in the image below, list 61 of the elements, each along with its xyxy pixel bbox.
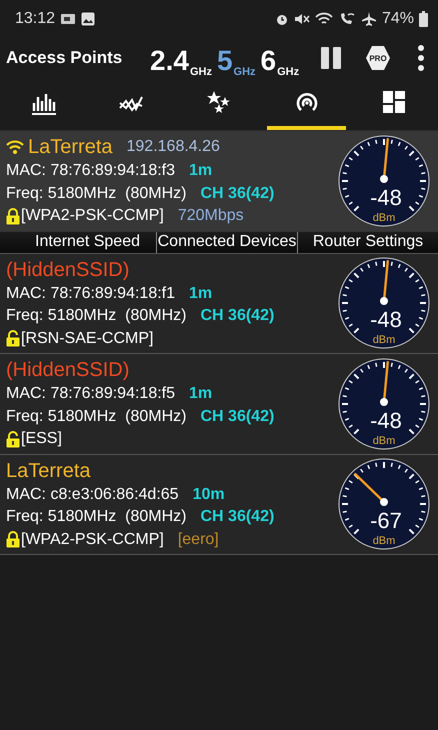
- channel: CH 36(42): [200, 306, 274, 326]
- screen-title: Access Points: [6, 48, 124, 68]
- gauge-needle: [354, 473, 388, 506]
- frequency: Freq: 5180MHz (80MHz): [6, 184, 186, 204]
- dashboard-icon: [381, 89, 408, 115]
- battery-icon: [419, 11, 428, 27]
- security-type: [ESS]: [21, 429, 62, 449]
- network-row[interactable]: (HiddenSSID) MAC: 78:76:89:94:18:f1 1m Freq: 5180MHz (80MHz) CH 36(42) [RSN-SAE-CCMP] -48 dBm: [0, 254, 438, 354]
- gauge-needle: [380, 260, 389, 306]
- signal-value: -48: [370, 307, 402, 332]
- notification-icon: [60, 12, 76, 26]
- mac-address: MAC: 78:76:89:94:18:f5: [6, 384, 175, 404]
- channel: CH 36(42): [200, 507, 274, 527]
- mac-address: MAC: 78:76:89:94:18:f3: [6, 161, 175, 181]
- mac-address: MAC: 78:76:89:94:18:f1: [6, 284, 175, 304]
- action-button[interactable]: Internet Speed: [0, 232, 156, 252]
- signal-unit: dBm: [372, 535, 396, 548]
- wifi-icon: [6, 139, 24, 155]
- signal-value: -48: [370, 184, 402, 210]
- signal-unit: dBm: [372, 434, 396, 447]
- gauge-needle: [380, 360, 389, 406]
- signal-value: -48: [370, 408, 402, 433]
- security-type: [RSN-SAE-CCMP]: [21, 328, 154, 348]
- signal-value: -67: [370, 508, 402, 534]
- stars-icon: [206, 89, 232, 115]
- signal-unit: dBm: [372, 212, 396, 224]
- network-name: LaTerreta: [28, 135, 112, 160]
- vendor-name: [eero]: [178, 530, 219, 550]
- wifi-icon: [314, 12, 333, 26]
- distance: 1m: [189, 161, 212, 181]
- mac-address: MAC: c8:e3:06:86:4d:65: [6, 484, 179, 504]
- battery-level: 74%: [382, 10, 414, 28]
- link-speed: 720Mbps: [178, 206, 244, 226]
- security-type: [WPA2-PSK-CCMP]: [21, 530, 164, 550]
- pause-button[interactable]: [320, 47, 342, 69]
- clock: 13:12: [15, 10, 56, 28]
- image-icon: [81, 12, 96, 26]
- alarm-icon: [274, 12, 289, 26]
- network-row[interactable]: LaTerreta MAC: c8:e3:06:86:4d:65 10m Freq: 5180MHz (80MHz) CH 36(42) [WPA2-PSK-CCMP] [eero] -67 dBm: [0, 454, 438, 555]
- frequency: Freq: 5180MHz (80MHz): [6, 406, 186, 426]
- frequency: Freq: 5180MHz (80MHz): [6, 306, 186, 326]
- channel: CH 36(42): [200, 406, 274, 426]
- gauge-needle: [380, 138, 389, 183]
- distance: 1m: [189, 384, 212, 404]
- pro-badge[interactable]: PRO: [366, 46, 390, 70]
- distance: 1m: [189, 284, 212, 304]
- signal-unit: dBm: [372, 334, 396, 346]
- network-name: (HiddenSSID): [6, 358, 130, 383]
- ip-address: 192.168.4.26: [126, 136, 220, 157]
- channel: CH 36(42): [200, 184, 274, 204]
- airplane-icon: [360, 12, 377, 26]
- action-button[interactable]: Router Settings: [297, 232, 438, 252]
- distance: 10m: [192, 484, 225, 504]
- network-row[interactable]: (HiddenSSID) MAC: 78:76:89:94:18:f5 1m Freq: 5180MHz (80MHz) CH 36(42) [ESS] -48 dBm: [0, 354, 438, 454]
- network-name: (HiddenSSID): [6, 258, 130, 282]
- mute-icon: [294, 12, 310, 26]
- frequency: Freq: 5180MHz (80MHz): [6, 507, 186, 527]
- network-row[interactable]: LaTerreta 192.168.4.26 MAC: 78:76:89:94:18:f3 1m Freq: 5180MHz (80MHz) CH 36(42) [WPA2-PSK-CCMP] 720Mbps -48 dBm: [0, 131, 438, 230]
- action-button[interactable]: Connected Devices: [156, 232, 297, 252]
- security-type: [WPA2-PSK-CCMP]: [21, 206, 164, 226]
- network-name: LaTerreta: [6, 458, 90, 484]
